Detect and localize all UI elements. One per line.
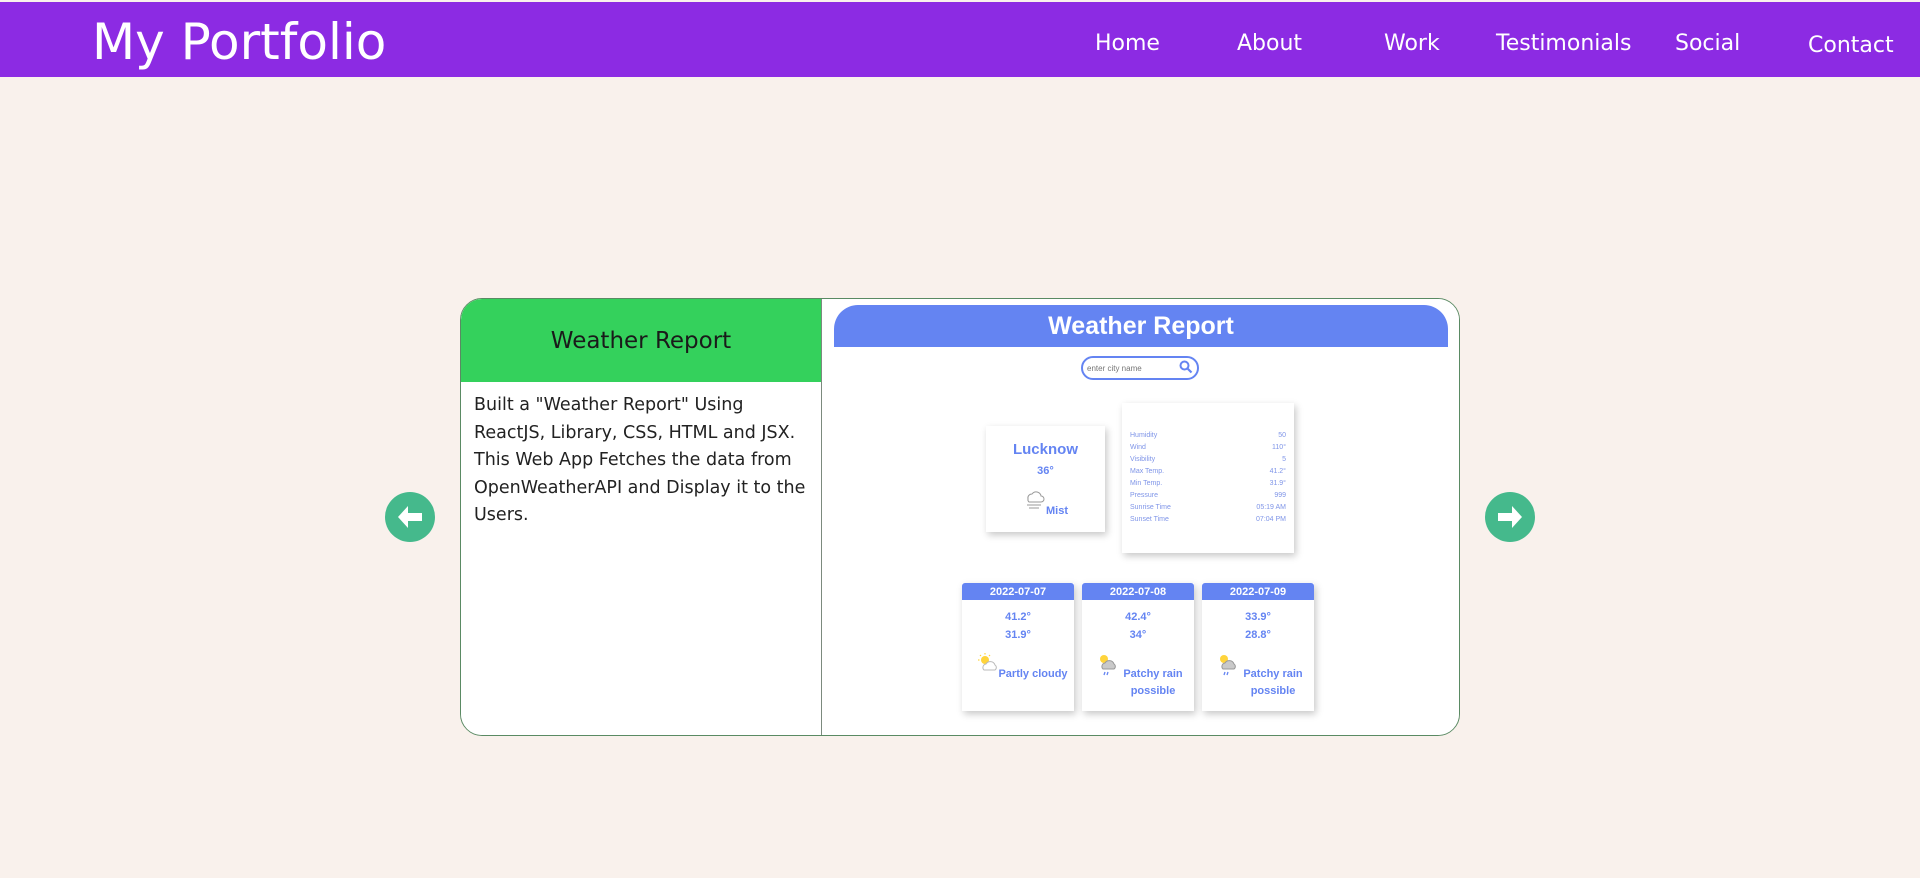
search-icon [1179,360,1193,374]
next-slide-button[interactable] [1485,492,1535,542]
forecast-max-temp: 42.4° [1125,611,1151,623]
nav-link-home[interactable]: Home [1095,30,1160,58]
forecast-card: 2022-07-08 42.4° 34° Patchy rain possible [1082,583,1194,711]
nav-link-contact[interactable]: Contact [1808,32,1894,60]
project-description: Built a "Weather Report" Using ReactJS, … [474,395,806,525]
weather-search-box [1081,356,1199,380]
forecast-min-temp: 31.9° [1005,629,1031,641]
forecast-date: 2022-07-08 [1082,583,1194,600]
forecast-max-temp: 33.9° [1245,611,1271,623]
forecast-date: 2022-07-09 [1202,583,1314,600]
mist-icon [1027,491,1045,509]
forecast-max-temp: 41.2° [1005,611,1031,623]
forecast-condition: Patchy rain possible [1243,668,1303,697]
nav-link-testimonials[interactable]: Testimonials [1496,30,1631,58]
navbar: My Portfolio Home About Work Testimonial… [0,2,1920,77]
project-title: Weather Report [550,327,732,354]
weather-search-input [1087,360,1177,376]
project-title-bar: Weather Report [461,299,821,382]
project-info: Weather Report Built a "Weather Report" … [461,299,822,735]
weather-stats-panel: Humidity 50 Wind 110° Visibility 5 Max Temp… [1122,403,1294,553]
forecast-condition: Patchy rain possible [1123,668,1183,697]
nav-link-social[interactable]: Social [1675,30,1740,58]
weather-app-header: Weather Report [834,305,1448,347]
brand-logo[interactable]: My Portfolio [92,12,386,72]
forecast-min-temp: 34° [1129,629,1147,641]
current-condition: Mist [1046,505,1068,517]
forecast-date: 2022-07-07 [962,583,1074,600]
nav-link-work[interactable]: Work [1384,30,1440,58]
forecast-card: 2022-07-07 41.2° 31.9° Partly cloudy [962,583,1074,711]
project-card: Weather Report Built a "Weather Report" … [460,298,1460,736]
city-name: Lucknow [1012,441,1078,458]
forecast-card: 2022-07-09 33.9° 28.8° Patchy rain possib… [1202,583,1314,711]
arrow-right-icon [1498,506,1522,528]
project-screenshot[interactable]: Weather Report Lucknow 36° Mist Humidity… [822,299,1459,735]
arrow-left-icon [398,506,422,528]
forecast-min-temp: 28.8° [1245,629,1271,641]
forecast-condition: Partly cloudy [998,668,1068,680]
current-weather-panel: Lucknow 36° Mist [986,426,1105,532]
nav-link-about[interactable]: About [1237,30,1302,58]
prev-slide-button[interactable] [385,492,435,542]
current-temp: 36° [1037,465,1054,477]
